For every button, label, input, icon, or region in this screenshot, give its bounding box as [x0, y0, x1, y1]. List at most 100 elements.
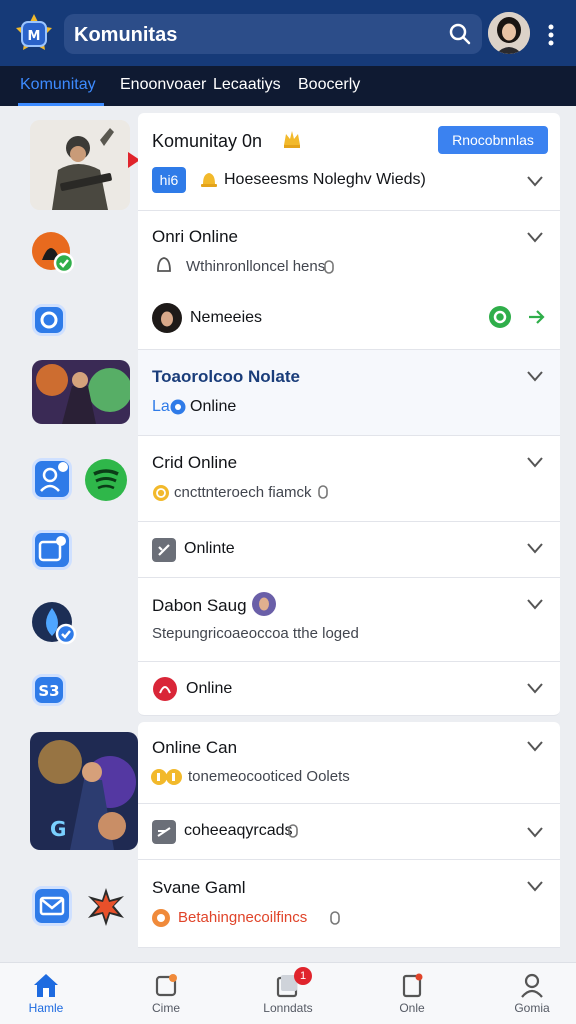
bell-icon	[201, 173, 217, 187]
card-title: Svane Gaml	[152, 878, 246, 897]
card-title: Komunitay 0n	[152, 131, 263, 151]
status-text: Online	[190, 398, 237, 415]
member-avatar[interactable]	[252, 592, 276, 616]
community-card-cards[interactable]: coheeaqyrcads	[138, 804, 560, 860]
card-label: coheeaqyrcads	[184, 822, 293, 839]
nav-label: Hamle	[28, 1001, 64, 1015]
nav-game[interactable]: Cime	[126, 971, 206, 1015]
coins-icon	[151, 769, 182, 785]
chevron-down-icon[interactable]	[526, 880, 544, 892]
chevron-down-icon[interactable]	[526, 740, 544, 752]
link-app-icon[interactable]: S3	[32, 674, 66, 706]
community-card-online-can[interactable]: Online Can tonemeocooticed Oolets	[138, 722, 560, 804]
card-title: Dabon Saug	[152, 596, 247, 615]
community-card-featured[interactable]: Komunitay 0n Rnocobnnlas hi6 Hoeseesms N…	[138, 113, 560, 211]
svg-text:M: M	[28, 29, 41, 44]
nav-label: Lonndats	[263, 1001, 313, 1015]
cards-icon	[152, 820, 176, 844]
tag-label: La	[152, 398, 170, 415]
nav-label: Onle	[399, 1001, 425, 1015]
community-card-dabon[interactable]: Dabon Saug Stepungricoaeoccoa tthe loged	[138, 578, 560, 662]
nav-label: Gomia	[514, 1001, 550, 1015]
red-badge-icon	[153, 677, 177, 701]
nav-notes[interactable]: Onle	[372, 971, 452, 1015]
water-avatar-icon[interactable]	[30, 600, 78, 648]
home-icon	[34, 974, 58, 997]
svg-text:S3: S3	[38, 682, 59, 700]
online-status-icon	[489, 306, 511, 328]
online-dot-icon	[170, 399, 186, 415]
nav-inbox[interactable]: 1 Lonndats	[248, 967, 328, 1015]
card-sub: cncttnteroech fiamck	[174, 484, 312, 501]
community-card-crid[interactable]: Crid Online cncttnteroech fiamck	[138, 436, 560, 522]
coin-icon	[153, 485, 169, 501]
chevron-down-icon[interactable]	[526, 598, 544, 610]
battle-game-thumbnail[interactable]	[32, 360, 130, 424]
tools-icon	[152, 538, 176, 562]
profile-icon	[521, 973, 543, 998]
community-card-svane[interactable]: Svane Gaml Betahingnecoilfincs	[138, 860, 560, 948]
info-icon	[324, 260, 334, 274]
notification-badge: 1	[294, 967, 312, 985]
community-card-onri[interactable]: Onri Online Wthinronlloncel hens Nemeeie…	[138, 211, 560, 350]
chevron-down-icon[interactable]	[526, 231, 544, 243]
user-avatar[interactable]	[488, 12, 530, 54]
search-title: Komunitas	[74, 24, 178, 46]
chat-app-icon[interactable]	[32, 304, 66, 336]
mail-app-icon[interactable]	[32, 886, 72, 926]
chevron-down-icon[interactable]	[526, 826, 544, 838]
tab-komunitay[interactable]: Komunitay	[20, 76, 96, 94]
info-icon	[330, 911, 340, 925]
active-tab-indicator	[18, 103, 104, 106]
app-header: M Komunitas	[0, 0, 576, 66]
card-sub: Wthinronlloncel hens	[186, 258, 326, 275]
notes-icon	[402, 973, 423, 998]
nav-profile[interactable]: Gomia	[492, 971, 572, 1015]
more-options-icon[interactable]	[540, 20, 562, 50]
card-title: Toaorolcoo Nolate	[152, 367, 300, 386]
arrow-right-icon[interactable]	[526, 307, 546, 327]
user-chat-icon[interactable]	[32, 458, 72, 500]
chevron-down-icon[interactable]	[526, 542, 544, 554]
member-avatar[interactable]	[152, 303, 182, 333]
soldier-game-thumbnail[interactable]	[30, 120, 130, 210]
music-app-icon[interactable]	[84, 458, 128, 502]
card-sub: tonemeocooticed Oolets	[188, 768, 350, 785]
status-text: Online	[186, 680, 233, 697]
member-name: Nemeeies	[190, 309, 263, 326]
card-title: Onri Online	[152, 227, 238, 246]
burst-badge-icon[interactable]	[86, 886, 126, 928]
chevron-down-icon[interactable]	[526, 456, 544, 468]
tag-badge: hi6	[152, 167, 186, 193]
search-icon[interactable]	[448, 22, 472, 46]
status-text: Onlinte	[184, 540, 235, 557]
category-tabs: Komunitay Enoonvoaer Lecaatiys Boocerly	[0, 66, 576, 106]
chevron-down-icon[interactable]	[526, 370, 544, 382]
chevron-down-icon[interactable]	[526, 682, 544, 694]
card-title: Online Can	[152, 738, 238, 757]
card-sub: Betahingnecoilfincs	[178, 909, 308, 926]
game-icon	[155, 974, 177, 997]
chevron-down-icon[interactable]	[526, 175, 544, 187]
fire-avatar-icon[interactable]	[30, 230, 76, 276]
info-icon	[318, 485, 328, 499]
message-app-icon[interactable]	[32, 530, 72, 570]
nav-label: Cime	[151, 1001, 180, 1015]
community-card-status-2[interactable]: Online	[138, 662, 560, 716]
crown-icon	[284, 131, 300, 148]
community-card-toaorolcoo[interactable]: Toaorolcoo Nolate La Online	[138, 350, 560, 436]
fantasy-game-thumbnail[interactable]: G	[30, 732, 138, 850]
tab-enoonvoaer[interactable]: Enoonvoaer	[120, 76, 206, 94]
tab-lecaatiys[interactable]: Lecaatiys	[213, 76, 281, 94]
search-input[interactable]: Komunitas	[64, 14, 482, 54]
card-title: Crid Online	[152, 453, 238, 472]
card-line: Hoeseesms Noleghv Wieds)	[224, 171, 426, 188]
app-logo-icon[interactable]: M	[14, 12, 54, 54]
community-card-status[interactable]: Onlinte	[138, 522, 560, 578]
info-icon	[288, 824, 298, 838]
recommendations-button[interactable]: Rnocobnnlas	[438, 126, 548, 154]
nav-home[interactable]: Hamle	[6, 971, 86, 1015]
card-sub: Stepungricoaeoccoa tthe loged	[152, 625, 359, 642]
gear-icon	[152, 909, 170, 927]
tab-boocerly[interactable]: Boocerly	[298, 76, 360, 94]
